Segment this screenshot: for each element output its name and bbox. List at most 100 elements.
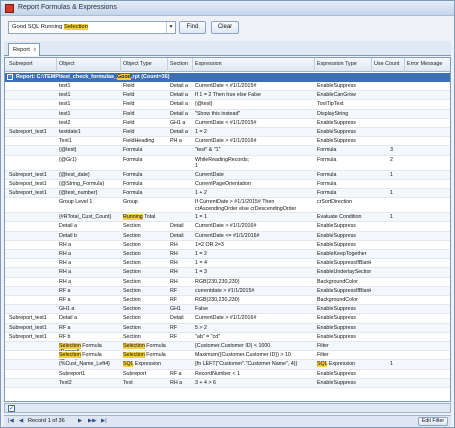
cell-error-message (407, 120, 449, 128)
col-object[interactable]: Object (59, 61, 75, 67)
cell-expression: CurrentPageOrientation (195, 180, 251, 187)
last-record-icon[interactable]: ▶| (101, 418, 107, 424)
cell-expression-type: Formula (317, 171, 337, 178)
table-row[interactable]: {%Cust_Name_Left4} SQL Expression {fn LEFT… (5, 360, 450, 370)
cell-subreport (9, 242, 56, 250)
table-row[interactable]: GH1 a Section GH1 False EnableSuppress (5, 305, 450, 315)
col-expression[interactable]: Expression (195, 61, 222, 67)
cell-error-message (407, 242, 449, 250)
table-row[interactable]: Selection Formula (Group) Selection Formu… (5, 351, 450, 361)
cell-error-message (407, 269, 449, 277)
col-use-count[interactable]: Use Count (374, 61, 399, 67)
cell-expression-type: EnableUnderlaySection (317, 269, 371, 276)
clear-button[interactable]: Clear (211, 21, 239, 34)
cell-section (170, 199, 192, 213)
table-row[interactable]: Subreport_test1 {@String_Formula} Formula C… (5, 180, 450, 189)
cell-use-count (390, 371, 404, 379)
col-expression-type[interactable]: Expression Type (317, 61, 357, 67)
col-object-type[interactable]: Object Type (123, 61, 152, 67)
table-row[interactable]: RH a Section RH RGB(230,230,230) BackgroundC… (5, 278, 450, 287)
edit-filter-button[interactable]: Edit Filter (418, 417, 448, 426)
cell-object: RH a (59, 278, 72, 285)
cell-section (170, 352, 192, 360)
table-row[interactable]: Selection Formula (Record) Selection Form… (5, 342, 450, 352)
cell-use-count: 1 (390, 171, 393, 178)
table-row[interactable]: test1 Field Detail a CurrentDate < #1/1/201… (5, 82, 450, 92)
prev-record-icon[interactable]: ◀ (19, 418, 23, 424)
first-record-icon[interactable]: |◀ (8, 418, 14, 424)
table-row[interactable]: Group Level 1 Group If CurrentDate > #1/1/… (5, 198, 450, 214)
table-row[interactable]: Subreport_test1 {@test_number} Formula 1 + … (5, 189, 450, 199)
table-row[interactable]: Text1 FieldHeading PH a CurrentDate > #1/1/… (5, 137, 450, 147)
table-row[interactable]: test1 Field Detail a If 1 = 2 Then true els… (5, 91, 450, 101)
table-row[interactable]: Subreport_test1 Detail a Section Detail Curr… (5, 314, 450, 324)
table-row[interactable]: Subreport_test1 testdate1 Field Detail a 1 =… (5, 128, 450, 138)
next-record-icon[interactable]: ▶ (78, 418, 82, 424)
cell-object-type: Formula (123, 180, 143, 187)
table-row[interactable]: Subreport_test1 {@test_date} Formula Curren… (5, 170, 450, 180)
cell-expression-type: crSortDirection (317, 199, 353, 206)
table-row[interactable]: Subreport_test1 RF a Section RF 5 > 2 EnableS… (5, 323, 450, 333)
table-row[interactable]: Text2 Text RH a 3 + 4 > 6 EnableSuppress (5, 378, 450, 388)
cell-section (170, 181, 192, 189)
cell-object-type: Running Total (123, 214, 156, 221)
cell-object: {@test_number} (59, 190, 98, 196)
collapse-icon[interactable]: - (7, 74, 13, 80)
cell-object-type: Group (123, 199, 138, 206)
cell-object-type: Subreport (123, 370, 147, 377)
cell-object: test1 (59, 101, 71, 108)
close-icon[interactable]: x (34, 47, 37, 53)
search-input[interactable]: Good SQL Running Selection ▼ (8, 21, 176, 34)
table-row[interactable]: test1 Field Detail a "Show this instead" Dis… (5, 109, 450, 119)
filter-checkbox[interactable]: ✓ (8, 405, 15, 412)
cell-expression-type: EnableSuppress (317, 129, 356, 135)
table-row[interactable]: RH a Section RH 1 = 4 EnableSuppressIfBlank (5, 259, 450, 269)
col-subreport[interactable]: Subreport (9, 61, 33, 67)
next-page-icon[interactable]: ▶▶ (88, 418, 97, 424)
cell-section: Detail a (170, 101, 188, 108)
table-row[interactable]: test1 Field Detail a {@test} ToolTipText (5, 100, 450, 110)
cell-error-message (407, 138, 449, 146)
cell-error-message (407, 223, 449, 231)
cell-object-type: Formula (123, 147, 143, 154)
cell-error-message (407, 361, 449, 369)
table-row[interactable]: {#RTotal_Cust_Count} Running Total 1 = 1 Ev… (5, 213, 450, 223)
cell-section: RF (170, 297, 178, 303)
table-row[interactable]: {@Gr1} Formula WhileReadingRecords; 1 Formu… (5, 156, 450, 171)
table-row[interactable]: RH a Section RH 1 = 3 EnableUnderlaySection (5, 268, 450, 278)
cell-expression-type: EnableCanGrow (317, 92, 356, 99)
cell-object-type: Field (123, 92, 135, 99)
cell-error-message (407, 315, 449, 323)
table-row[interactable]: RF a Section RF currentdate > #1/1/2015# Ena… (5, 286, 450, 296)
col-error-message[interactable]: Error Message (407, 61, 442, 67)
cell-error-message (407, 343, 449, 351)
table-row[interactable]: {@test} Formula "test" & "1" Formula 3 (5, 146, 450, 156)
table-row[interactable]: test2 Field GH1 a CurrentDate < #1/1/2015# E… (5, 119, 450, 128)
cell-expression: WhileReadingRecords; 1 (195, 156, 250, 169)
cell-subreport: Subreport_test1 (9, 171, 47, 178)
cell-section: Detail a (170, 83, 188, 89)
cell-use-count (390, 120, 404, 128)
cell-error-message (407, 101, 449, 109)
table-row[interactable]: Detail b Section Detail CurrentDate <= #1/1… (5, 231, 450, 241)
cell-section: RH (170, 269, 178, 276)
table-row[interactable]: Detail a Section Detail CurrentDate > #1/1/… (5, 222, 450, 232)
cell-use-count (390, 260, 404, 268)
cell-expression: "ab" = "cd" (195, 333, 221, 340)
cell-subreport: Subreport_test1 (9, 190, 47, 196)
table-row[interactable]: RH a Section RH 1 = 2 EnableKeepTogether (5, 250, 450, 260)
chevron-down-icon[interactable]: ▼ (166, 22, 175, 33)
cell-section: RH a (170, 379, 183, 386)
col-section[interactable]: Section (170, 61, 188, 67)
table-row[interactable]: Subreport_test1 RF b Section RF "ab" = "cd" E… (5, 333, 450, 342)
report-group-row[interactable]: - Report: C:\TEMP\test_check_formulas_Go… (5, 73, 450, 82)
table-row[interactable]: Subreport1 Subreport RF a RecordNumber < 1 E… (5, 370, 450, 379)
cell-use-count (390, 325, 404, 333)
table-row[interactable]: RF a Section RF RGB(230,230,230) BackgroundC… (5, 296, 450, 306)
tab-report[interactable]: Report x (8, 43, 40, 56)
cell-expression-type: Filter (317, 343, 329, 349)
table-row[interactable]: RH a Section RH 1=2 OR 2=3 EnableSuppress (5, 241, 450, 250)
cell-object-type: Section (123, 297, 141, 303)
find-button[interactable]: Find (179, 21, 206, 34)
cell-section: Detail (170, 315, 184, 322)
